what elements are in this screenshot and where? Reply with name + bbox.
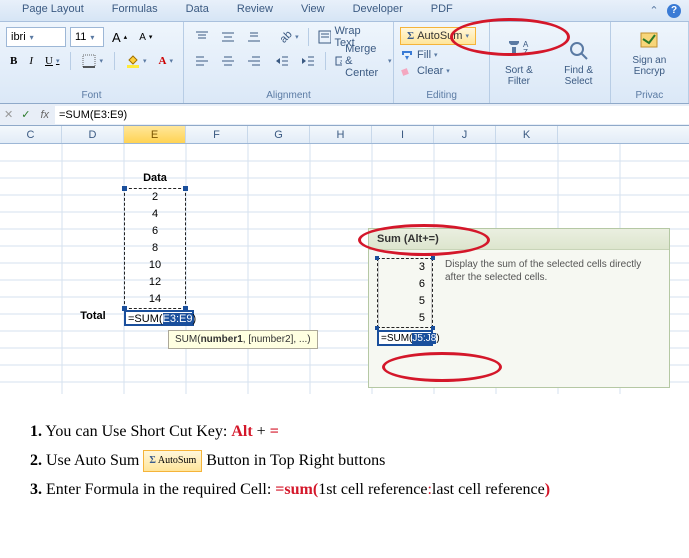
mini-cell: 5 bbox=[378, 310, 432, 327]
sum-result-cell[interactable]: =SUM(E3:E9) bbox=[124, 310, 194, 326]
align-bottom-button[interactable] bbox=[242, 26, 266, 48]
merge-center-button[interactable]: aMerge & Center▾ bbox=[331, 40, 396, 82]
font-size-value: 11 bbox=[75, 31, 86, 43]
column-headers: C D E F G H I J K bbox=[0, 126, 689, 144]
function-tooltip: SUM(number1, [number2], ...) bbox=[168, 330, 318, 349]
clear-label: Clear bbox=[417, 65, 443, 77]
tooltip-title: Sum (Alt+=) bbox=[369, 229, 669, 250]
help-icon[interactable]: ? bbox=[667, 4, 681, 18]
sigma-icon: Σ bbox=[407, 30, 414, 42]
fill-label: Fill bbox=[417, 49, 431, 61]
minimize-ribbon-icon[interactable]: ⌃ bbox=[647, 4, 661, 18]
border-button[interactable]: ▾ bbox=[78, 51, 107, 71]
decrease-indent-button[interactable] bbox=[270, 50, 294, 72]
bold-button[interactable]: B bbox=[6, 52, 21, 70]
font-group-label: Font bbox=[6, 88, 177, 103]
sum-formula-pre: =SUM( bbox=[128, 313, 163, 325]
sign-button[interactable]: Sign an Encryp bbox=[617, 25, 682, 81]
col-header-d[interactable]: D bbox=[62, 126, 124, 143]
mini-sum-cell: =SUM(J5:J8) bbox=[377, 330, 433, 346]
tab-formulas[interactable]: Formulas bbox=[98, 0, 172, 21]
col-header-e[interactable]: E bbox=[124, 126, 186, 143]
total-label-cell[interactable]: Total bbox=[62, 310, 124, 322]
tab-page-layout[interactable]: Page Layout bbox=[8, 0, 98, 21]
data-cell[interactable]: 12 bbox=[125, 274, 185, 291]
sum-formula-range: E3:E9 bbox=[163, 313, 193, 325]
tab-data[interactable]: Data bbox=[172, 0, 223, 21]
align-center-button[interactable] bbox=[216, 50, 240, 72]
data-header-cell[interactable]: Data bbox=[124, 172, 186, 188]
align-left-button[interactable] bbox=[190, 50, 214, 72]
editing-group: Σ AutoSum ▾ Fill▾ Clear▾ Editing bbox=[394, 22, 490, 103]
tooltip-description: Display the sum of the selected cells di… bbox=[445, 258, 661, 346]
ribbon-tabs: Page Layout Formulas Data Review View De… bbox=[0, 0, 689, 22]
mini-cell: 5 bbox=[378, 293, 432, 310]
enter-icon[interactable]: ✓ bbox=[17, 108, 34, 121]
fill-button[interactable]: Fill▾ bbox=[400, 47, 483, 63]
instructions: 1. You can Use Short Cut Key: Alt + = 2.… bbox=[30, 418, 550, 504]
alignment-group-label: Alignment bbox=[190, 88, 387, 103]
align-middle-button[interactable] bbox=[216, 26, 240, 48]
grid: C D E F G H I J K Data 2 4 6 8 10 12 14 bbox=[0, 126, 689, 394]
svg-text:Z: Z bbox=[523, 48, 528, 57]
clear-button[interactable]: Clear▾ bbox=[400, 63, 483, 79]
tab-view[interactable]: View bbox=[287, 0, 339, 21]
italic-button[interactable]: I bbox=[25, 52, 37, 70]
ribbon: ibri▾ 11▾ A▴ A▾ B I U▾ ▾ ▾ A▾ Font ab▾ W… bbox=[0, 22, 689, 104]
grow-font-button[interactable]: A▴ bbox=[108, 27, 131, 48]
font-color-button[interactable]: A▾ bbox=[155, 52, 177, 70]
sort-label: Sort & Filter bbox=[498, 65, 539, 87]
autosum-button[interactable]: Σ AutoSum ▾ bbox=[400, 27, 476, 45]
autosum-supertooltip: Sum (Alt+=) 3 6 5 5 =SUM(J5:J8) bbox=[368, 228, 670, 388]
font-group: ibri▾ 11▾ A▴ A▾ B I U▾ ▾ ▾ A▾ Font bbox=[0, 22, 184, 103]
font-size-combo[interactable]: 11▾ bbox=[70, 27, 104, 47]
sort-filter-button[interactable]: AZ Sort & Filter bbox=[490, 22, 547, 103]
fill-color-button[interactable]: ▾ bbox=[122, 51, 151, 71]
tab-pdf[interactable]: PDF bbox=[417, 0, 467, 21]
cancel-icon[interactable]: ✕ bbox=[0, 108, 17, 121]
data-cell[interactable]: 8 bbox=[125, 240, 185, 257]
font-name-combo[interactable]: ibri▾ bbox=[6, 27, 66, 47]
data-cell[interactable]: 14 bbox=[125, 291, 185, 308]
align-top-button[interactable] bbox=[190, 26, 214, 48]
data-cell[interactable]: 2 bbox=[125, 189, 185, 206]
tab-review[interactable]: Review bbox=[223, 0, 287, 21]
find-select-button[interactable]: Find & Select bbox=[547, 22, 609, 103]
data-cell[interactable]: 4 bbox=[125, 206, 185, 223]
font-name-value: ibri bbox=[11, 31, 26, 43]
col-header-k[interactable]: K bbox=[496, 126, 558, 143]
col-header-i[interactable]: I bbox=[372, 126, 434, 143]
align-right-button[interactable] bbox=[242, 50, 266, 72]
data-cell[interactable]: 6 bbox=[125, 223, 185, 240]
svg-text:a: a bbox=[340, 59, 342, 66]
shrink-font-button[interactable]: A▾ bbox=[135, 29, 156, 46]
col-header-f[interactable]: F bbox=[186, 126, 248, 143]
formula-input[interactable] bbox=[55, 106, 689, 124]
col-header-h[interactable]: H bbox=[310, 126, 372, 143]
tab-developer[interactable]: Developer bbox=[339, 0, 417, 21]
col-header-c[interactable]: C bbox=[0, 126, 62, 143]
find-label: Find & Select bbox=[555, 65, 601, 87]
fx-icon[interactable]: fx bbox=[34, 109, 55, 121]
increase-indent-button[interactable] bbox=[296, 50, 320, 72]
orientation-button[interactable]: ab▾ bbox=[276, 28, 303, 46]
mini-cell: 6 bbox=[378, 276, 432, 293]
underline-button[interactable]: U▾ bbox=[41, 52, 63, 70]
mini-cell: 3 bbox=[378, 259, 432, 276]
formula-bar: ✕ ✓ fx bbox=[0, 104, 689, 126]
editing-group-label: Editing bbox=[400, 88, 483, 103]
col-header-j[interactable]: J bbox=[434, 126, 496, 143]
sum-formula-post: ) bbox=[193, 313, 197, 325]
merge-label: Merge & Center bbox=[345, 43, 385, 79]
col-header-g[interactable]: G bbox=[248, 126, 310, 143]
data-cell[interactable]: 10 bbox=[125, 257, 185, 274]
autosum-label: AutoSum bbox=[417, 30, 462, 42]
privacy-label: Privac bbox=[617, 88, 682, 103]
sign-label: Sign an Encryp bbox=[625, 55, 674, 77]
alignment-group: ab▾ Wrap Text aMerge & Center▾ Alignment bbox=[184, 22, 394, 103]
